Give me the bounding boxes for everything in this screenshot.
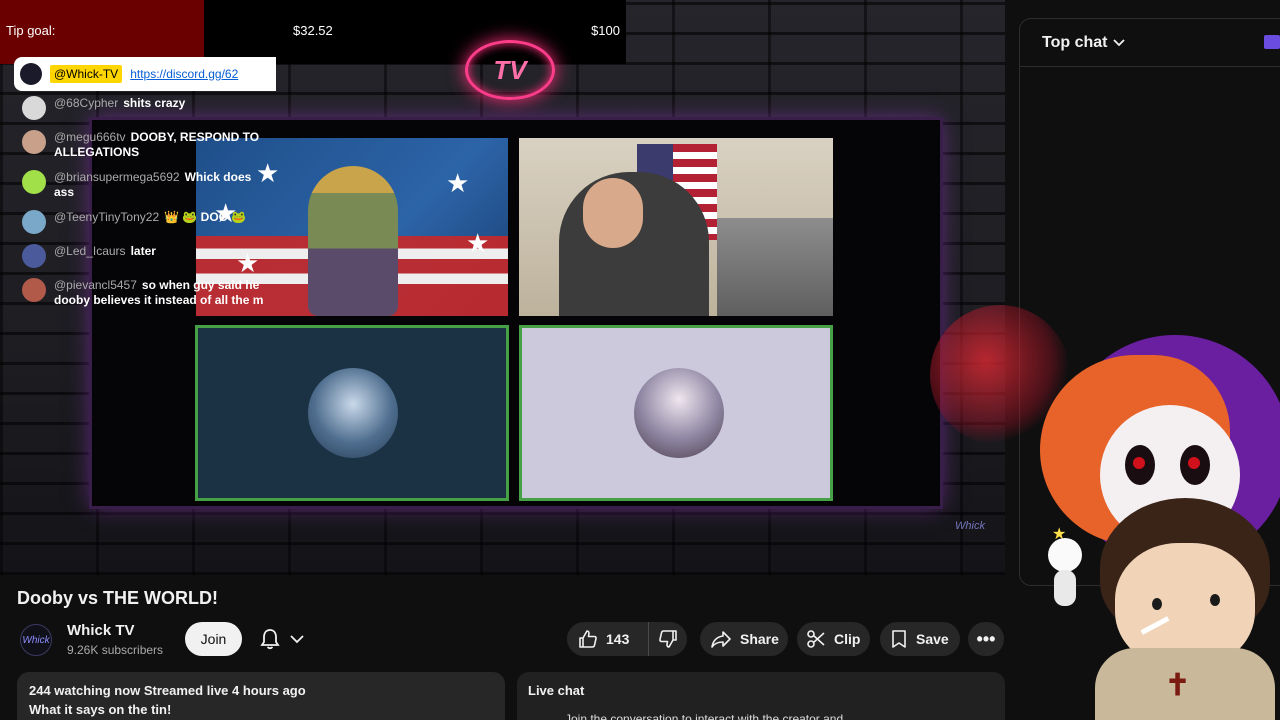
chat-message: @68Cypher shits crazy bbox=[22, 96, 282, 120]
share-button[interactable]: Share bbox=[700, 622, 788, 656]
channel-avatar[interactable]: Whick bbox=[20, 624, 52, 656]
chat-message: @pievancl5457 so when guy said he dooby b… bbox=[22, 278, 282, 308]
share-arrow-icon bbox=[711, 631, 731, 648]
eye-icon bbox=[1210, 594, 1220, 606]
chat-message: @briansupermega5692 Whick does ass bbox=[22, 170, 282, 200]
live-chat-teaser: Live chat Join the conversation to inter… bbox=[517, 672, 1005, 720]
mini-body bbox=[1054, 570, 1076, 606]
more-actions-button[interactable]: ••• bbox=[968, 622, 1004, 656]
notification-button[interactable] bbox=[252, 622, 318, 656]
bookmark-icon bbox=[892, 630, 906, 648]
eye-icon bbox=[1152, 598, 1162, 610]
shelf-background bbox=[717, 218, 833, 316]
video-title: Dooby vs THE WORLD! bbox=[17, 588, 218, 608]
chat-author[interactable]: @Led_Icaurs bbox=[54, 244, 126, 258]
chat-text: later bbox=[130, 244, 156, 258]
neon-logo-sign: TV bbox=[465, 40, 555, 100]
camera-feed-host bbox=[519, 138, 833, 316]
thumbs-up-icon bbox=[579, 630, 597, 648]
vtuber-character-knight: ✝ bbox=[1080, 498, 1280, 720]
like-dislike-group: 143 bbox=[567, 622, 687, 656]
save-button[interactable]: Save bbox=[880, 622, 960, 656]
chat-author[interactable]: @megu666tv bbox=[54, 130, 126, 144]
cross-emblem-icon: ✝ bbox=[1165, 669, 1191, 702]
chat-message: @TeenyTinyTony22 👑 🐸 DOO 🐸 bbox=[22, 210, 282, 234]
dislike-button[interactable] bbox=[649, 622, 687, 656]
chevron-down-icon bbox=[290, 635, 304, 644]
tip-goal-label: Tip goal: bbox=[6, 23, 56, 38]
chevron-down-icon bbox=[1113, 38, 1126, 46]
chat-text: shits crazy bbox=[123, 96, 186, 110]
share-label: Share bbox=[740, 631, 779, 647]
chat-avatar[interactable] bbox=[22, 244, 46, 268]
thumbs-down-icon bbox=[659, 630, 677, 648]
chat-author[interactable]: @briansupermega5692 bbox=[54, 170, 180, 184]
red-eye-icon bbox=[1180, 445, 1210, 485]
chat-message-list: @68Cypher shits crazy @megu666tv DOOBY, RE… bbox=[22, 96, 282, 318]
join-button[interactable]: Join bbox=[185, 622, 242, 656]
youtube-watch-page: Tip goal: $32.52 $100 TV ★ ★ ★ ★ ★ Whick bbox=[0, 0, 1280, 720]
chat-menu-icon[interactable] bbox=[1264, 35, 1280, 49]
wizard-avatar-icon bbox=[308, 368, 398, 458]
pinned-avatar bbox=[20, 63, 42, 85]
subscriber-count: 9.26K subscribers bbox=[67, 643, 164, 657]
star-decoration: ★ bbox=[446, 168, 470, 198]
camera-feed-elf-avatar bbox=[519, 325, 833, 501]
description-meta: 244 watching now Streamed live 4 hours a… bbox=[29, 683, 306, 698]
live-chat-title: Live chat bbox=[528, 683, 585, 698]
like-button[interactable]: 143 bbox=[567, 622, 649, 656]
elf-avatar-icon bbox=[634, 368, 724, 458]
frog-character-figure bbox=[308, 166, 398, 316]
more-horizontal-icon: ••• bbox=[976, 628, 996, 649]
tip-goal-target: $100 bbox=[591, 23, 620, 38]
chat-mode-selector[interactable]: Top chat bbox=[1020, 19, 1280, 67]
chat-message: @megu666tv DOOBY, RESPOND TO ALLEGATIONS bbox=[22, 130, 282, 160]
tip-goal-current: $32.52 bbox=[293, 23, 333, 38]
live-chat-text: Join the conversation to interact with t… bbox=[565, 712, 844, 720]
host-head bbox=[583, 178, 643, 248]
save-label: Save bbox=[916, 631, 949, 647]
star-decoration: ★ bbox=[466, 228, 490, 258]
chat-avatar[interactable] bbox=[22, 278, 46, 302]
chat-author[interactable]: @pievancl5457 bbox=[54, 278, 137, 292]
pinned-message[interactable]: @Whick-TV https://discord.gg/62 bbox=[14, 57, 276, 91]
red-eye-icon bbox=[1125, 445, 1155, 485]
chat-avatar[interactable] bbox=[22, 96, 46, 120]
chat-author[interactable]: @68Cypher bbox=[54, 96, 118, 110]
like-count: 143 bbox=[606, 631, 630, 647]
chat-author[interactable]: @TeenyTinyTony22 bbox=[54, 210, 159, 224]
description-text: What it says on the tin! bbox=[29, 702, 172, 717]
bell-icon bbox=[260, 629, 280, 650]
chat-message: @Led_Icaurs later bbox=[22, 244, 282, 268]
pinned-author: @Whick-TV bbox=[50, 65, 123, 83]
scissors-icon bbox=[807, 630, 825, 648]
chat-avatar[interactable] bbox=[22, 170, 46, 194]
channel-name[interactable]: Whick TV bbox=[67, 622, 135, 639]
description-box[interactable]: 244 watching now Streamed live 4 hours a… bbox=[17, 672, 505, 720]
mini-head bbox=[1048, 538, 1082, 572]
chat-text: 👑 🐸 DOO 🐸 bbox=[164, 210, 247, 224]
chat-header-title: Top chat bbox=[1042, 33, 1108, 51]
camera-feed-wizard-avatar bbox=[195, 325, 509, 501]
clip-button[interactable]: Clip bbox=[797, 622, 870, 656]
chat-avatar[interactable] bbox=[22, 130, 46, 154]
chat-avatar[interactable] bbox=[22, 210, 46, 234]
clip-label: Clip bbox=[834, 631, 861, 647]
neon-logo-text: TV bbox=[493, 54, 527, 85]
channel-watermark[interactable]: Whick bbox=[955, 520, 989, 544]
pinned-link[interactable]: https://discord.gg/62 bbox=[130, 67, 238, 81]
